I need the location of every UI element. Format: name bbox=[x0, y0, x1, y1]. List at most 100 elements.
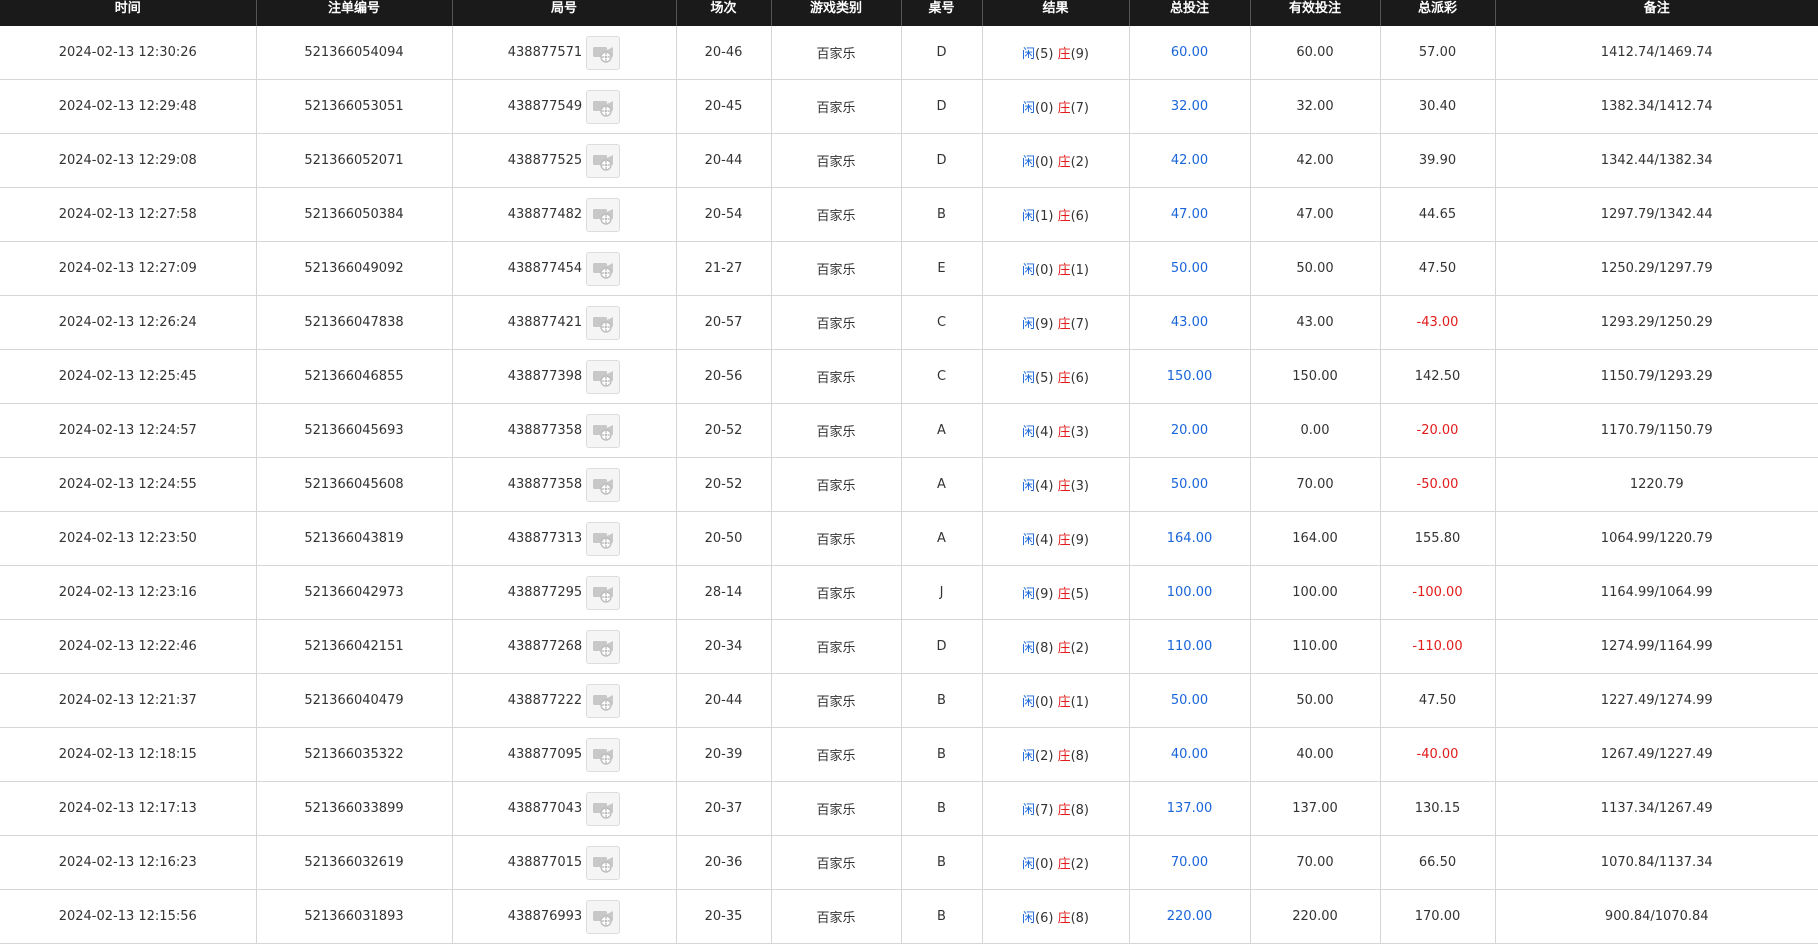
video-replay-icon[interactable] bbox=[586, 575, 621, 610]
video-replay-icon[interactable] bbox=[586, 35, 621, 70]
table-no-text: B bbox=[937, 855, 946, 870]
cell-bet-id: 521366042973 bbox=[255, 565, 452, 620]
cell-round-id: 438877268 bbox=[451, 619, 676, 674]
video-replay-icon[interactable] bbox=[586, 359, 621, 394]
cell-game-type: 百家乐 bbox=[770, 565, 901, 620]
col-header-valid-bet[interactable]: 有效投注 bbox=[1249, 0, 1380, 26]
cell-valid-bet: 42.00 bbox=[1249, 133, 1380, 188]
col-header-session[interactable]: 场次 bbox=[675, 0, 771, 26]
total-bet-text: 32.00 bbox=[1170, 99, 1209, 114]
cell-valid-bet: 100.00 bbox=[1249, 565, 1380, 620]
round-id-wrap: 438877358 bbox=[508, 413, 621, 448]
cell-bet-id: 521366052071 bbox=[255, 133, 452, 188]
payout-text: 66.50 bbox=[1418, 855, 1457, 870]
result-banker-score: (2) bbox=[1070, 641, 1089, 656]
cell-valid-bet: 110.00 bbox=[1249, 619, 1380, 674]
video-replay-icon[interactable] bbox=[586, 845, 621, 880]
time-text: 2024-02-13 12:27:58 bbox=[58, 207, 197, 222]
cell-session: 20-35 bbox=[675, 889, 771, 944]
bet-id-text: 521366035322 bbox=[304, 747, 404, 762]
session-text: 20-56 bbox=[704, 369, 743, 384]
table-row: 2024-02-13 12:27:58 521366050384 4388774… bbox=[0, 187, 1818, 242]
video-replay-icon[interactable] bbox=[586, 521, 621, 556]
cell-note: 1342.44/1382.34 bbox=[1494, 133, 1818, 188]
cell-result: 闲(1) 庄(6) bbox=[981, 187, 1129, 242]
cell-valid-bet: 43.00 bbox=[1249, 295, 1380, 350]
payout-text: 130.15 bbox=[1414, 801, 1461, 816]
col-header-table-no[interactable]: 桌号 bbox=[900, 0, 982, 26]
video-replay-icon[interactable] bbox=[586, 251, 621, 286]
bet-id-text: 521366053051 bbox=[304, 99, 404, 114]
result-banker-score: (9) bbox=[1070, 533, 1089, 548]
col-header-total-bet[interactable]: 总投注 bbox=[1128, 0, 1250, 26]
result-player-label: 闲 bbox=[1021, 533, 1035, 548]
cell-note: 1297.79/1342.44 bbox=[1494, 187, 1818, 242]
cell-time: 2024-02-13 12:23:16 bbox=[0, 565, 256, 620]
cell-payout: 57.00 bbox=[1379, 26, 1495, 80]
total-bet-text: 60.00 bbox=[1170, 45, 1209, 60]
result-banker-label: 庄 bbox=[1057, 587, 1071, 602]
bet-id-text: 521366043819 bbox=[304, 531, 404, 546]
round-id-wrap: 438876993 bbox=[507, 899, 621, 934]
round-id-text: 438876993 bbox=[507, 909, 583, 924]
cell-game-type: 百家乐 bbox=[770, 889, 901, 944]
session-text: 20-45 bbox=[704, 99, 743, 114]
cell-bet-id: 521366046855 bbox=[255, 349, 452, 404]
col-header-time[interactable]: 时间 bbox=[0, 0, 256, 26]
cell-session: 20-39 bbox=[675, 727, 771, 782]
cell-total-bet: 70.00 bbox=[1128, 835, 1250, 890]
time-text: 2024-02-13 12:29:08 bbox=[58, 153, 197, 168]
video-replay-icon[interactable] bbox=[586, 143, 621, 178]
payout-text: 30.40 bbox=[1418, 99, 1457, 114]
video-replay-glyph bbox=[593, 208, 614, 225]
cell-valid-bet: 0.00 bbox=[1249, 403, 1380, 458]
video-replay-icon[interactable] bbox=[586, 737, 621, 772]
game-type-text: 百家乐 bbox=[816, 695, 856, 710]
cell-game-type: 百家乐 bbox=[770, 619, 901, 674]
cell-round-id: 438877358 bbox=[451, 457, 676, 512]
total-bet-text: 47.00 bbox=[1170, 207, 1209, 222]
col-header-result[interactable]: 结果 bbox=[981, 0, 1129, 26]
video-replay-icon[interactable] bbox=[586, 791, 621, 826]
total-bet-text: 42.00 bbox=[1170, 153, 1209, 168]
bet-id-text: 521366050384 bbox=[304, 207, 404, 222]
video-replay-icon[interactable] bbox=[586, 629, 621, 664]
video-replay-icon[interactable] bbox=[586, 467, 621, 502]
video-replay-icon[interactable] bbox=[586, 683, 621, 718]
table-row: 2024-02-13 12:23:16 521366042973 4388772… bbox=[0, 565, 1818, 620]
col-header-bet-id[interactable]: 注单编号 bbox=[255, 0, 452, 26]
cell-valid-bet: 60.00 bbox=[1249, 26, 1380, 80]
note-text: 1150.79/1293.29 bbox=[1600, 369, 1713, 384]
col-header-round-id[interactable]: 局号 bbox=[451, 0, 676, 26]
col-header-payout[interactable]: 总派彩 bbox=[1379, 0, 1495, 26]
game-type-text: 百家乐 bbox=[816, 209, 856, 224]
video-replay-icon[interactable] bbox=[586, 197, 621, 232]
col-header-note[interactable]: 备注 bbox=[1494, 0, 1818, 26]
session-text: 20-44 bbox=[704, 693, 743, 708]
time-text: 2024-02-13 12:15:56 bbox=[58, 909, 197, 924]
note-text: 1297.79/1342.44 bbox=[1600, 207, 1713, 222]
cell-time: 2024-02-13 12:18:15 bbox=[0, 727, 256, 782]
total-bet-text: 137.00 bbox=[1166, 801, 1213, 816]
result-banker-score: (7) bbox=[1070, 317, 1089, 332]
video-replay-icon[interactable] bbox=[586, 899, 621, 934]
bet-id-text: 521366046855 bbox=[304, 369, 404, 384]
cell-bet-id: 521366043819 bbox=[255, 511, 452, 566]
cell-payout: 66.50 bbox=[1379, 835, 1495, 890]
cell-table-no: B bbox=[900, 673, 982, 728]
round-id-wrap: 438877398 bbox=[508, 359, 621, 394]
col-header-game-type[interactable]: 游戏类别 bbox=[770, 0, 901, 26]
video-replay-icon[interactable] bbox=[586, 305, 621, 340]
cell-session: 20-37 bbox=[675, 781, 771, 836]
cell-time: 2024-02-13 12:29:48 bbox=[0, 79, 256, 134]
cell-bet-id: 521366040479 bbox=[255, 673, 452, 728]
total-bet-text: 50.00 bbox=[1170, 261, 1209, 276]
cell-time: 2024-02-13 12:26:24 bbox=[0, 295, 256, 350]
table-no-text: A bbox=[937, 531, 946, 546]
video-replay-icon[interactable] bbox=[586, 413, 621, 448]
time-text: 2024-02-13 12:23:50 bbox=[58, 531, 197, 546]
cell-payout: 47.50 bbox=[1379, 241, 1495, 296]
result-banker-label: 庄 bbox=[1057, 533, 1071, 548]
cell-bet-id: 521366032619 bbox=[255, 835, 452, 890]
video-replay-icon[interactable] bbox=[586, 89, 621, 124]
